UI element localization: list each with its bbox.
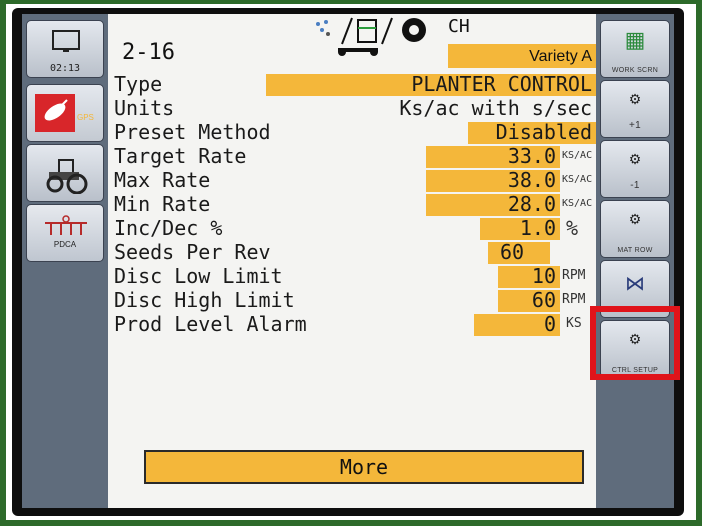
row-value: 60 xyxy=(531,288,556,312)
list-item[interactable]: Type PLANTER CONTROL xyxy=(108,72,596,96)
list-item[interactable]: Preset Method Disabled xyxy=(108,120,596,144)
list-item[interactable]: Prod Level Alarm 0 KS xyxy=(108,312,596,336)
list-item[interactable]: Max Rate 38.0 KS/AC xyxy=(108,168,596,192)
row-label: Type xyxy=(114,72,163,96)
work-screen-button[interactable]: ▦ WORK SCRN xyxy=(600,20,670,78)
grid-icon: ▦ xyxy=(624,27,646,52)
button-caption: -1 xyxy=(630,180,640,191)
row-label: Seeds Per Rev xyxy=(114,240,271,264)
row-label: Preset Method xyxy=(114,120,271,144)
row-unit: KS xyxy=(566,316,582,331)
right-sidebar: ▦ WORK SCRN ⚙ +1 ⚙ -1 ⚙ MAT ROW ⋈ CHAN S… xyxy=(596,14,674,508)
row-unit: % xyxy=(566,216,579,240)
mat-row-button[interactable]: ⚙ MAT ROW xyxy=(600,200,670,258)
row-value: 1.0 xyxy=(519,216,556,240)
planter-gear-icon: ⚙ xyxy=(628,151,642,167)
screen-id: 2-16 xyxy=(122,40,175,65)
gps-button[interactable]: GPS xyxy=(26,84,104,142)
button-caption: WORK SCRN xyxy=(611,67,659,74)
row-unit: RPM xyxy=(562,268,586,283)
channel-icon: ⋈ xyxy=(625,273,645,295)
clock-time: 02:13 xyxy=(49,63,81,74)
row-label: Disc High Limit xyxy=(114,288,295,312)
row-value: 60 xyxy=(500,240,525,264)
row-unit: KS/AC xyxy=(562,198,593,209)
row-value: Ks/ac with s/sec xyxy=(399,96,592,120)
tractor-button[interactable] xyxy=(26,144,104,202)
row-label: Target Rate xyxy=(114,144,247,168)
list-item[interactable]: Disc High Limit 60 RPM xyxy=(108,288,596,312)
list-item[interactable]: Disc Low Limit 10 RPM xyxy=(108,264,596,288)
list-item[interactable]: Inc/Dec % 1.0 % xyxy=(108,216,596,240)
variety-name: Variety A xyxy=(529,48,592,65)
row-label: Inc/Dec % xyxy=(114,216,223,240)
row-value: 28.0 xyxy=(507,192,556,216)
decrement-button[interactable]: ⚙ -1 xyxy=(600,140,670,198)
display-icon xyxy=(52,30,80,52)
channel-label: CH xyxy=(448,16,470,37)
satellite-dish-icon: GPS xyxy=(35,94,94,132)
clock-button[interactable]: 02:13 xyxy=(26,20,104,78)
left-sidebar: 02:13 GPS PDCA xyxy=(22,14,108,508)
row-label: Min Rate xyxy=(114,192,211,216)
planter-label: PDCA xyxy=(53,240,77,249)
highlight-box xyxy=(590,306,680,380)
row-label: Disc Low Limit xyxy=(114,264,283,288)
main-panel: 2-16 CH Variety A Type PLANTER CONTROL U… xyxy=(108,14,596,508)
row-label: Prod Level Alarm xyxy=(114,312,307,336)
list-item[interactable]: Min Rate 28.0 KS/AC xyxy=(108,192,596,216)
button-caption: MAT ROW xyxy=(617,247,653,254)
row-value: Disabled xyxy=(495,120,592,144)
row-value: PLANTER CONTROL xyxy=(411,72,592,96)
row-value: 0 xyxy=(543,312,556,336)
svg-text:GPS: GPS xyxy=(77,113,94,122)
button-caption: +1 xyxy=(628,120,641,131)
planter-button[interactable]: PDCA xyxy=(26,204,104,262)
row-value: 33.0 xyxy=(507,144,556,168)
tractor-icon xyxy=(46,159,88,194)
list-item[interactable]: Target Rate 33.0 KS/AC xyxy=(108,144,596,168)
planter-control-icon xyxy=(316,17,426,56)
list-item[interactable]: Seeds Per Rev 60 xyxy=(108,240,596,264)
planter-gear-icon: ⚙ xyxy=(628,211,642,227)
row-unit: KS/AC xyxy=(562,174,593,185)
more-button[interactable]: More xyxy=(144,450,584,484)
variety-field[interactable]: Variety A xyxy=(448,44,596,68)
planter-gear-icon: ⚙ xyxy=(628,91,642,107)
row-label: Max Rate xyxy=(114,168,211,192)
row-label: Units xyxy=(114,96,175,120)
increment-button[interactable]: ⚙ +1 xyxy=(600,80,670,138)
list-item[interactable]: Units Ks/ac with s/sec xyxy=(108,96,596,120)
planter-icon xyxy=(45,215,87,235)
row-unit: RPM xyxy=(562,292,586,307)
row-value: 38.0 xyxy=(507,168,556,192)
row-value: 10 xyxy=(531,264,556,288)
row-unit: KS/AC xyxy=(562,150,593,161)
